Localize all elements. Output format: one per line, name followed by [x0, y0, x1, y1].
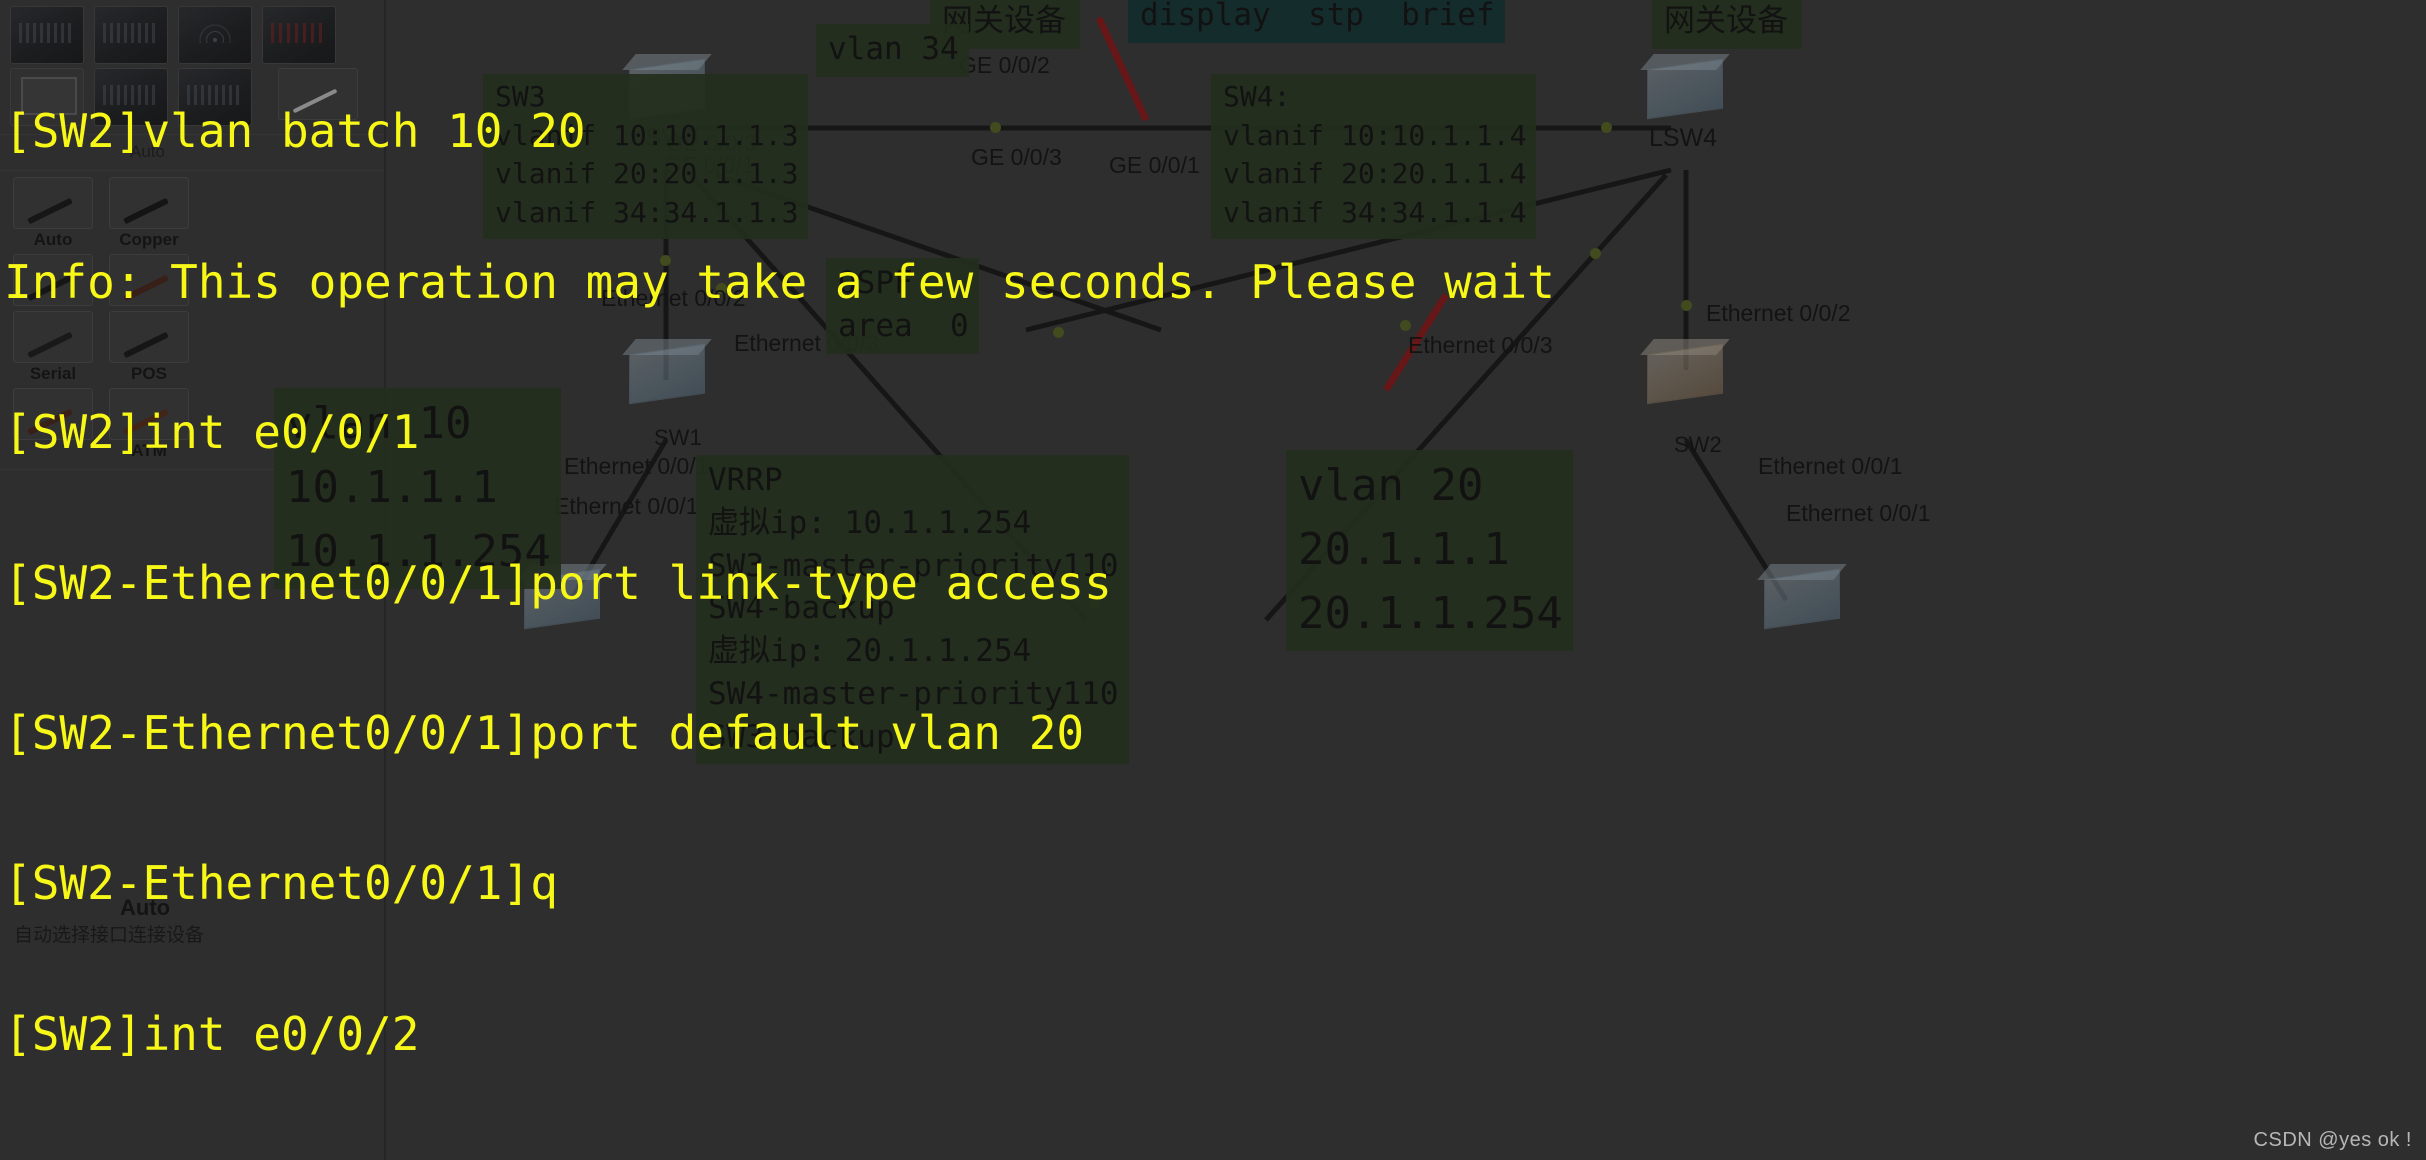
terminal-line: [SW2]int e0/0/2: [4, 1006, 420, 1061]
terminal-line: [SW2-Ethernet0/0/1]port link-type access: [4, 555, 1112, 610]
cli-terminal-overlay[interactable]: [SW2]vlan batch 10 20 Info: This operati…: [0, 0, 2426, 1160]
terminal-line: [SW2]int e0/0/1: [4, 405, 420, 460]
terminal-line: [SW2-Ethernet0/0/1]port default vlan 20: [4, 706, 1085, 761]
terminal-line: Info: This operation may take a few seco…: [4, 254, 1555, 309]
app-window: Auto Auto Copper Serial POS ATM Auto 自动选…: [0, 0, 2426, 1160]
terminal-line: [SW2-Ethernet0/0/1]q: [4, 856, 558, 911]
watermark-text: CSDN @yes ok !: [2253, 1129, 2412, 1151]
terminal-line: [SW2]vlan batch 10 20: [4, 104, 586, 159]
